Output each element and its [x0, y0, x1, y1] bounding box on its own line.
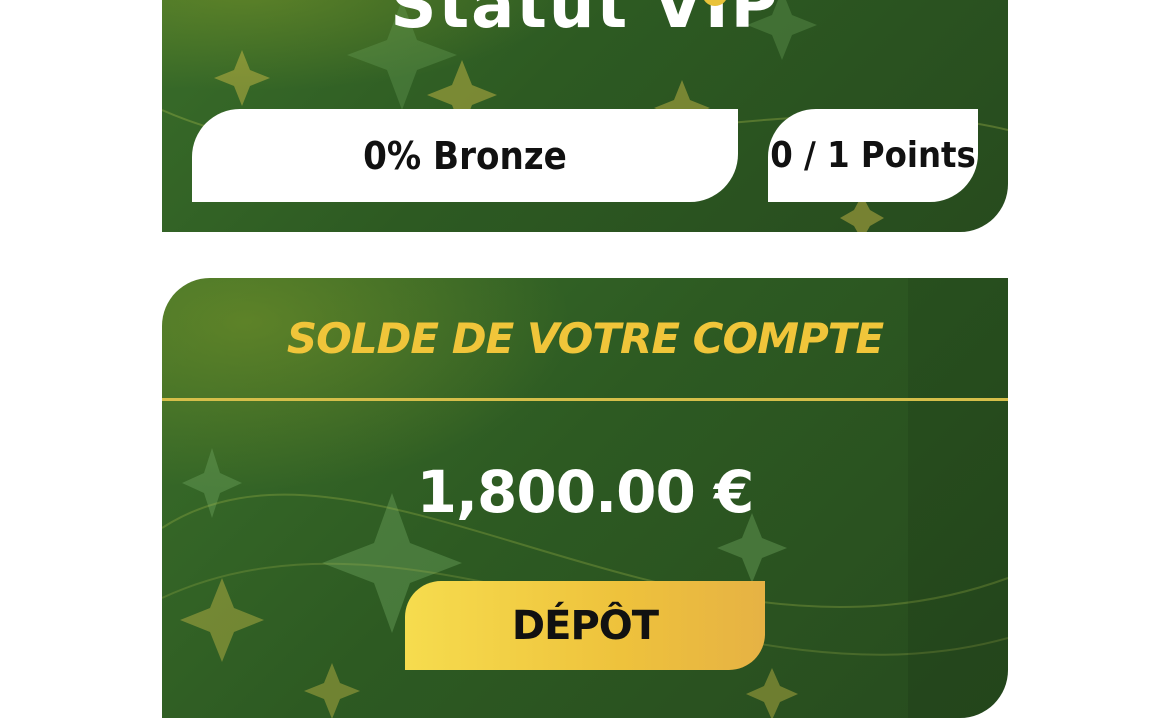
deposit-button[interactable]: DÉPÔT — [405, 581, 765, 670]
vip-points-text: 0 / 1 Points — [770, 135, 976, 176]
balance-title: SOLDE DE VOTRE COMPTE — [286, 313, 884, 363]
balance-amount: 1,800.00 € — [416, 458, 755, 526]
vip-progress-text: 0% Bronze — [363, 133, 567, 178]
vip-status-card: Statut VIP 0% Bronze 0 / 1 Points — [162, 0, 1008, 232]
vip-points-pill: 0 / 1 Points — [768, 109, 978, 202]
vip-progress-pill: 0% Bronze — [192, 109, 738, 202]
balance-header: SOLDE DE VOTRE COMPTE — [162, 278, 1008, 401]
vip-status-title: Statut VIP — [390, 0, 780, 43]
account-balance-card: SOLDE DE VOTRE COMPTE 1,800.00 € DÉPÔT — [162, 278, 1008, 718]
